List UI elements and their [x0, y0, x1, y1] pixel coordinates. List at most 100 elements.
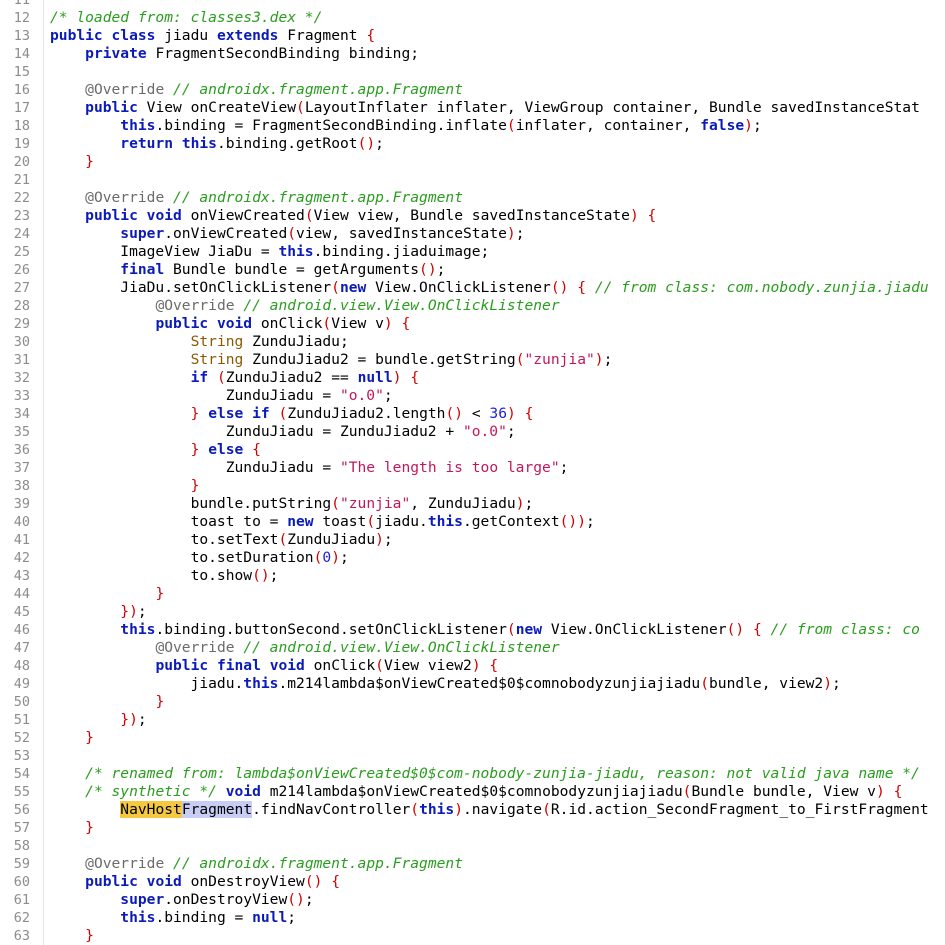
code-text: @Override // androidx.fragment.app.Fragm…: [50, 81, 463, 99]
code-line[interactable]: 12 /* loaded from: classes3.dex */: [0, 9, 945, 27]
code-line[interactable]: 54 /* renamed from: lambda$onViewCreated…: [0, 765, 945, 783]
code-line[interactable]: 14 private FragmentSecondBinding binding…: [0, 45, 945, 63]
code-token: toast to =: [50, 513, 288, 530]
code-token: ;: [436, 261, 446, 278]
code-line[interactable]: 26 final Bundle bundle = getArguments();: [0, 261, 945, 279]
gutter-divider: [43, 531, 44, 549]
line-number: 36: [13, 442, 30, 458]
code-line[interactable]: 45 });: [0, 603, 945, 621]
gutter-divider: [43, 369, 44, 387]
code-line[interactable]: 25 ImageView JiaDu = this.binding.jiadui…: [0, 243, 945, 261]
code-line[interactable]: 51 });: [0, 711, 945, 729]
code-line[interactable]: 20 }: [0, 153, 945, 171]
code-line[interactable]: 57 }: [0, 819, 945, 837]
code-line[interactable]: 35 ZunduJiadu = ZunduJiadu2 + "o.0";: [0, 423, 945, 441]
code-line[interactable]: 32 if (ZunduJiadu2 == null) {: [0, 369, 945, 387]
code-token: <: [463, 405, 490, 422]
code-token: ZunduJiadu =: [50, 459, 340, 476]
code-line[interactable]: 18 this.binding = FragmentSecondBinding.…: [0, 117, 945, 135]
code-line[interactable]: 30 String ZunduJiadu;: [0, 333, 945, 351]
code-line[interactable]: 13 public class jiadu extends Fragment {: [0, 27, 945, 45]
code-token: this: [427, 513, 463, 530]
code-token: onClick: [252, 315, 323, 332]
code-line[interactable]: 52 }: [0, 729, 945, 747]
gutter-divider: [43, 261, 44, 279]
code-line[interactable]: 34 } else if (ZunduJiadu2.length() < 36)…: [0, 405, 945, 423]
code-line[interactable]: 63 }: [0, 927, 945, 945]
code-line[interactable]: 59 @Override // androidx.fragment.app.Fr…: [0, 855, 945, 873]
code-editor[interactable]: 11 12 /* loaded from: classes3.dex */ 13 pub…: [0, 0, 945, 945]
code-line[interactable]: 36 } else {: [0, 441, 945, 459]
code-token: ;: [383, 387, 393, 404]
code-token: .onDestroyView: [164, 891, 288, 908]
code-line[interactable]: 24 super.onViewCreated(view, savedInstan…: [0, 225, 945, 243]
code-line[interactable]: 23 public void onViewCreated(View view, …: [0, 207, 945, 225]
code-line[interactable]: 49 jiadu.this.m214lambda$onViewCreated$0…: [0, 675, 945, 693]
code-token: "o.0": [339, 387, 384, 404]
code-text: to.setText(ZunduJiadu);: [50, 531, 393, 549]
code-line[interactable]: 37 ZunduJiadu = "The length is too large…: [0, 459, 945, 477]
code-text: private FragmentSecondBinding binding;: [50, 45, 419, 63]
code-line[interactable]: 46 this.binding.buttonSecond.setOnClickL…: [0, 621, 945, 639]
code-line[interactable]: 29 public void onClick(View v) {: [0, 315, 945, 333]
code-line[interactable]: 17 public View onCreateView(LayoutInflat…: [0, 99, 945, 117]
code-line[interactable]: 60 public void onDestroyView() {: [0, 873, 945, 891]
code-line[interactable]: 28 @Override // android.view.View.OnClic…: [0, 297, 945, 315]
code-line[interactable]: 61 super.onDestroyView();: [0, 891, 945, 909]
line-number: 43: [13, 568, 30, 584]
code-token: ;: [603, 351, 613, 368]
line-number: 45: [13, 604, 30, 620]
code-line[interactable]: 39 bundle.putString("zunjia", ZunduJiadu…: [0, 495, 945, 513]
code-token: ): [744, 117, 753, 134]
code-token: "The length is too large": [339, 459, 560, 476]
code-token: final: [120, 261, 165, 278]
code-token: to.setText: [50, 531, 279, 548]
code-line[interactable]: 53: [0, 747, 945, 765]
code-line[interactable]: 15: [0, 63, 945, 81]
code-token: private: [85, 45, 147, 62]
code-token: new: [515, 621, 543, 638]
code-line[interactable]: 50 }: [0, 693, 945, 711]
code-line[interactable]: 58: [0, 837, 945, 855]
line-number: 51: [13, 712, 30, 728]
code-line[interactable]: 22 @Override // androidx.fragment.app.Fr…: [0, 189, 945, 207]
code-line[interactable]: 56 NavHostFragment.findNavController(thi…: [0, 801, 945, 819]
code-line[interactable]: 47 @Override // android.view.View.OnClic…: [0, 639, 945, 657]
code-line[interactable]: 42 to.setDuration(0);: [0, 549, 945, 567]
line-number: 11: [13, 0, 30, 8]
code-line[interactable]: 27 JiaDu.setOnClickListener(new View.OnC…: [0, 279, 945, 297]
code-text: public final void onClick(View view2) {: [50, 657, 498, 675]
code-line[interactable]: 38 }: [0, 477, 945, 495]
gutter-divider: [43, 243, 44, 261]
code-token: .navigate: [463, 801, 543, 818]
code-token: super: [120, 891, 165, 908]
code-text: }: [50, 819, 94, 837]
code-line[interactable]: 31 String ZunduJiadu2 = bundle.getString…: [0, 351, 945, 369]
code-line[interactable]: 62 this.binding = null;: [0, 909, 945, 927]
code-line[interactable]: 44 }: [0, 585, 945, 603]
gutter-divider: [43, 45, 44, 63]
code-line[interactable]: 43 to.show();: [0, 567, 945, 585]
code-line[interactable]: 21: [0, 171, 945, 189]
code-line[interactable]: 41 to.setText(ZunduJiadu);: [0, 531, 945, 549]
code-token: onClick: [304, 657, 376, 674]
code-line[interactable]: 11: [0, 0, 945, 9]
code-line[interactable]: 33 ZunduJiadu = "o.0";: [0, 387, 945, 405]
code-line[interactable]: 40 toast to = new toast(jiadu.this.getCo…: [0, 513, 945, 531]
code-token: ZunduJiadu;: [243, 333, 349, 350]
code-token: (: [287, 225, 297, 242]
code-token: (: [700, 675, 709, 692]
code-line[interactable]: 55 /* synthetic */ void m214lambda$onVie…: [0, 783, 945, 801]
code-line[interactable]: 16 @Override // androidx.fragment.app.Fr…: [0, 81, 945, 99]
code-line[interactable]: 48 public final void onClick(View view2)…: [0, 657, 945, 675]
code-token: // android.view.View.OnClickListener: [243, 297, 560, 314]
code-token: (: [366, 513, 376, 530]
code-token: ;: [506, 423, 516, 440]
code-line[interactable]: 19 return this.binding.getRoot();: [0, 135, 945, 153]
code-token: .binding.buttonSecond.setOnClickListener: [155, 621, 507, 638]
code-token: new: [339, 279, 367, 296]
